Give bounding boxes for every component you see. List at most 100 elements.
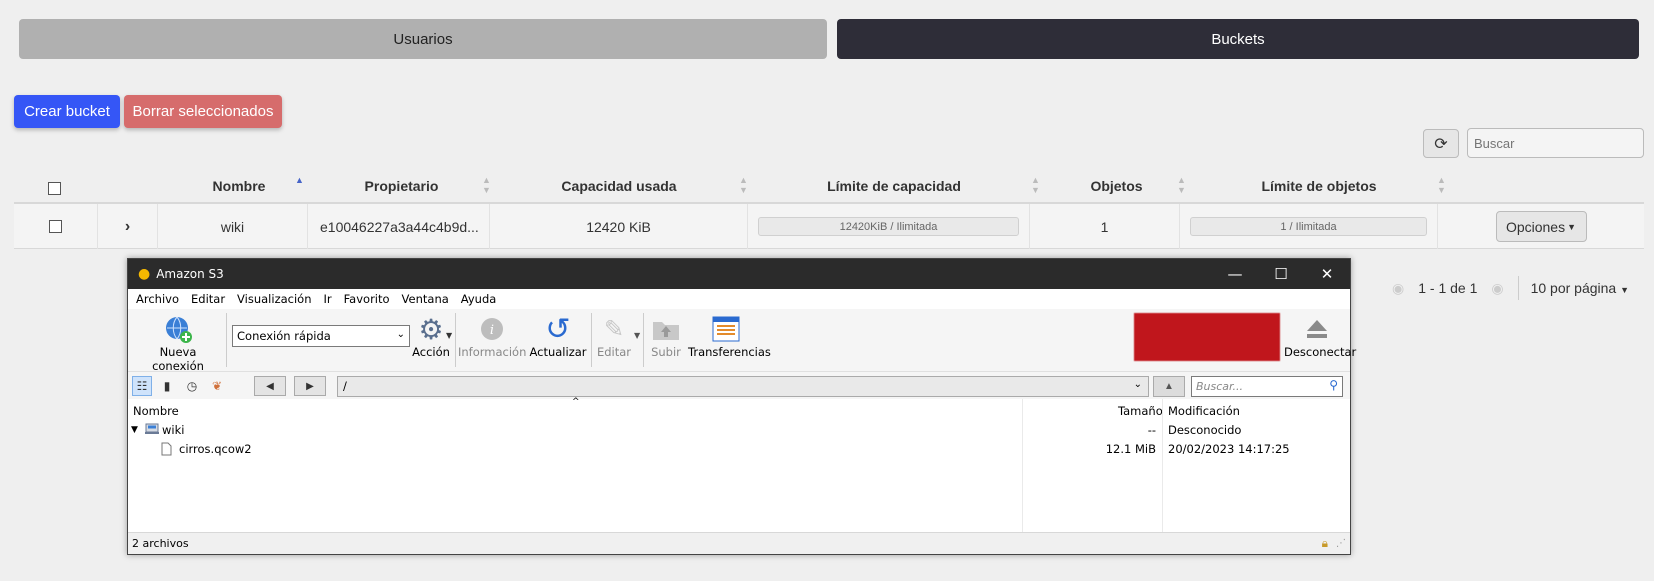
objects-progress-bar: 1 / Ilimitada: [1190, 217, 1427, 236]
window-titlebar: ● Amazon S3 — ☐ ✕: [128, 259, 1350, 289]
info-icon: i: [458, 313, 526, 345]
menu-editar[interactable]: Editar: [191, 292, 225, 306]
column-owner-label: Propietario: [364, 177, 439, 194]
file-column-modified[interactable]: Modificación: [1168, 404, 1240, 418]
table-header: Nombre ▲ Propietario ▲ ▼ Capacidad usada …: [14, 167, 1644, 204]
column-name[interactable]: Nombre: [164, 167, 314, 204]
new-connection-button[interactable]: Nueva conexión: [132, 313, 224, 373]
column-owner[interactable]: Propietario: [314, 167, 489, 204]
menu-ayuda[interactable]: Ayuda: [461, 292, 497, 306]
gear-icon: ⚙: [418, 312, 444, 346]
objects-progress-label: 1 / Ilimitada: [1280, 220, 1337, 233]
separator: [455, 313, 456, 367]
expand-cell: ›: [98, 204, 158, 249]
transfers-button[interactable]: Transferencias: [688, 313, 771, 359]
select-all-checkbox[interactable]: [47, 182, 61, 195]
tree-view-icon[interactable]: ☷: [132, 376, 152, 396]
bucket-objects: 1: [1030, 204, 1180, 249]
bucket-drive-icon: [145, 423, 159, 438]
forward-button[interactable]: ▶: [294, 376, 326, 396]
expand-chevron-down-icon[interactable]: ▼: [131, 425, 138, 435]
column-name-label: Nombre: [212, 177, 266, 194]
close-icon[interactable]: ✕: [1304, 259, 1350, 289]
menu-visualizacion[interactable]: Visualización: [237, 292, 311, 306]
options-button[interactable]: Opciones ▼: [1495, 211, 1587, 242]
tab-buckets[interactable]: Buckets: [837, 19, 1639, 59]
chevron-down-icon: ⌄: [396, 329, 405, 340]
refresh-icon: ⟳: [1434, 135, 1448, 153]
window-title: Amazon S3: [156, 267, 224, 281]
sort-chevron-up-icon: ^: [572, 397, 580, 407]
edit-button[interactable]: ✎ Editar: [594, 313, 634, 359]
file-size: 12.1 MiB: [1105, 442, 1156, 456]
menu-ir[interactable]: Ir: [324, 292, 332, 306]
tab-users[interactable]: Usuarios: [19, 19, 827, 59]
separator: [643, 313, 644, 367]
resize-grip-icon[interactable]: ⋰: [1336, 538, 1346, 549]
chevron-down-icon: ⌄: [1133, 379, 1142, 390]
bonjour-icon[interactable]: ❦: [207, 376, 227, 396]
caret-down-icon: ▼: [634, 331, 641, 340]
quick-connect-select[interactable]: Conexión rápida ⌄: [232, 325, 410, 347]
parent-folder-button[interactable]: ▲: [1153, 376, 1185, 397]
caret-down-icon: ▼: [446, 331, 453, 340]
disconnect-label: Desconectar: [1284, 345, 1357, 359]
bucket-name: wiki: [158, 204, 308, 249]
info-button[interactable]: i Información: [458, 313, 526, 359]
refresh-icon: ↺: [545, 311, 571, 347]
refresh-toolbar-button[interactable]: ↺ Actualizar: [528, 311, 588, 360]
column-objects-limit[interactable]: Límite de objetos: [1194, 167, 1444, 204]
select-all-cell: [34, 167, 74, 204]
redacted-bookmark: [1134, 313, 1280, 361]
column-objects-limit-label: Límite de objetos: [1261, 177, 1377, 194]
page-range: 1 - 1 de 1: [1418, 280, 1478, 296]
divider: [1517, 276, 1519, 300]
maximize-icon[interactable]: ☐: [1258, 259, 1304, 289]
list-item[interactable]: ▼ wiki -- Desconocido: [128, 421, 1350, 439]
s3-window: ● Amazon S3 — ☐ ✕ Archivo Editar Visuali…: [127, 258, 1356, 555]
file-column-size[interactable]: Tamaño: [1118, 404, 1163, 418]
per-page-select[interactable]: 10 por página ▼: [1531, 280, 1629, 296]
create-bucket-button[interactable]: Crear bucket: [14, 95, 120, 128]
window-search-input[interactable]: Buscar... ⚲: [1191, 376, 1343, 397]
objects-limit-cell: 1 / Ilimitada: [1180, 204, 1438, 249]
bookmarks-icon[interactable]: ▮: [157, 376, 177, 396]
column-capacity-limit[interactable]: Límite de capacidad: [754, 167, 1034, 204]
history-icon[interactable]: ◷: [182, 376, 202, 396]
expand-chevron-icon[interactable]: ›: [125, 218, 130, 236]
lock-icon: 🔒︎: [1321, 536, 1328, 550]
refresh-button[interactable]: ⟳: [1423, 129, 1459, 158]
menu-ventana[interactable]: Ventana: [402, 292, 449, 306]
new-connection-label: Nueva conexión: [152, 345, 204, 373]
menu-bar: Archivo Editar Visualización Ir Favorito…: [128, 289, 1350, 309]
duck-icon: ●: [138, 266, 151, 282]
next-page-icon[interactable]: ◉: [1491, 280, 1503, 297]
status-bar: 2 archivos 🔒︎ ⋰: [128, 532, 1350, 554]
minimize-icon[interactable]: —: [1212, 259, 1258, 289]
pencil-icon: ✎: [603, 315, 625, 343]
path-select[interactable]: / ⌄: [337, 376, 1149, 397]
file-name: cirros.qcow2: [179, 442, 252, 456]
file-column-name[interactable]: Nombre: [133, 404, 179, 418]
column-used-label: Capacidad usada: [561, 177, 677, 194]
upload-button[interactable]: Subir: [646, 313, 686, 359]
transfers-label: Transferencias: [688, 345, 771, 359]
search-input[interactable]: [1467, 128, 1644, 158]
sort-icon: ▲ ▼: [1437, 175, 1446, 195]
back-button[interactable]: ◀: [254, 376, 286, 396]
menu-favorito[interactable]: Favorito: [344, 292, 390, 306]
delete-selected-button[interactable]: Borrar seleccionados: [124, 95, 282, 128]
quick-connect-label: Conexión rápida: [237, 329, 331, 343]
column-objects[interactable]: Objetos: [1044, 167, 1189, 204]
row-checkbox[interactable]: [49, 220, 62, 233]
window-search-placeholder: Buscar...: [1196, 380, 1244, 393]
menu-archivo[interactable]: Archivo: [136, 292, 179, 306]
prev-page-icon[interactable]: ◉: [1392, 280, 1404, 297]
column-objects-label: Objetos: [1090, 177, 1143, 194]
sort-asc-icon: ▲: [295, 175, 304, 185]
list-item[interactable]: cirros.qcow2 12.1 MiB 20/02/2023 14:17:2…: [128, 440, 1350, 458]
file-list-header: Nombre ^ Tamaño Modificación: [128, 397, 1350, 421]
column-capacity-limit-label: Límite de capacidad: [827, 177, 961, 194]
disconnect-button[interactable]: Desconectar: [1284, 313, 1356, 359]
column-used[interactable]: Capacidad usada: [494, 167, 744, 204]
